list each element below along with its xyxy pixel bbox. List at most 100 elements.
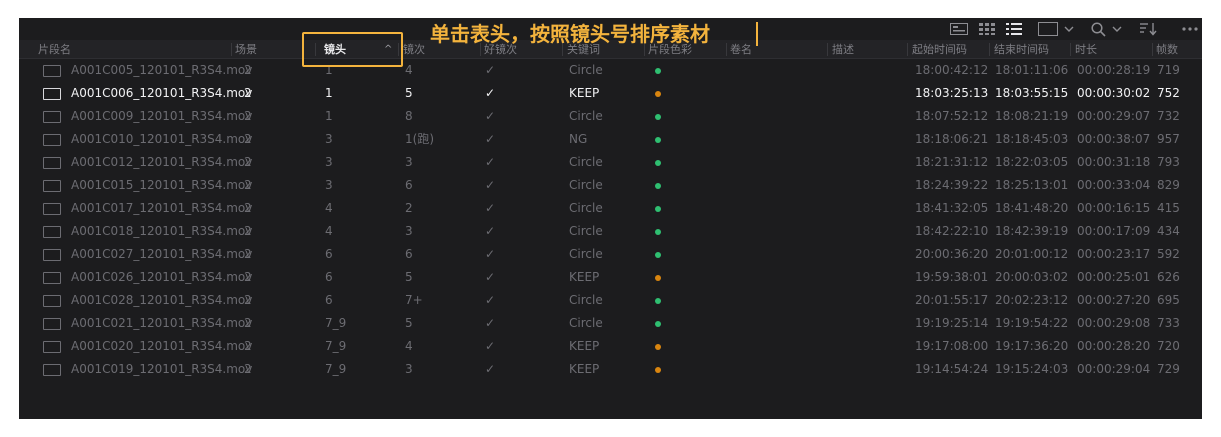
- start-timecode-cell: 18:07:52:12: [915, 109, 989, 123]
- clip-row[interactable]: A001C005_120101_R3S4.mov 2 1 4 ✓ Circle …: [19, 59, 1202, 82]
- view-chevron-down-icon[interactable]: [1062, 20, 1076, 38]
- clip-name: A001C012_120101_R3S4.mov: [71, 155, 253, 169]
- filmstrip-view-icon[interactable]: [1036, 20, 1060, 38]
- search-icon[interactable]: [1087, 20, 1109, 38]
- clip-color-dot: [655, 114, 661, 120]
- sort-menu-icon[interactable]: [1137, 20, 1159, 38]
- clip-row[interactable]: A001C021_120101_R3S4.mov 2 7_9 5 ✓ Circl…: [19, 312, 1202, 335]
- clip-row[interactable]: A001C012_120101_R3S4.mov 2 3 3 ✓ Circle …: [19, 151, 1202, 174]
- end-timecode-cell: 19:17:36:20: [995, 339, 1069, 353]
- duration-cell: 00:00:23:17: [1077, 247, 1151, 261]
- keyword-cell: Circle: [569, 109, 603, 123]
- clip-name: A001C021_120101_R3S4.mov: [71, 316, 253, 330]
- clip-row[interactable]: A001C019_120101_R3S4.mov 2 7_9 3 ✓ KEEP …: [19, 358, 1202, 381]
- list-view-icon[interactable]: [1003, 20, 1025, 38]
- good-take-checkmark: ✓: [485, 224, 496, 238]
- clip-name: A001C019_120101_R3S4.mov: [71, 362, 253, 376]
- clip-icon: [43, 341, 61, 353]
- clip-color-dot: [655, 252, 661, 258]
- clip-row[interactable]: A001C028_120101_R3S4.mov 2 6 7+ ✓ Circle…: [19, 289, 1202, 312]
- clip-color-dot: [655, 344, 661, 350]
- clip-icon: [43, 88, 61, 100]
- start-timecode-cell: 18:03:25:13: [915, 86, 989, 100]
- take-cell: 3: [405, 362, 413, 376]
- clip-row[interactable]: A001C010_120101_R3S4.mov 2 3 1(跑) ✓ NG 1…: [19, 128, 1202, 151]
- clip-icon: [43, 295, 61, 307]
- clip-row-selected[interactable]: A001C006_120101_R3S4.mov 2 1 5 ✓ KEEP 18…: [19, 82, 1202, 105]
- clip-color-dot: [655, 160, 661, 166]
- scene-cell: 2: [244, 270, 252, 284]
- header-description[interactable]: 描述: [832, 40, 854, 59]
- metadata-view-icon[interactable]: [948, 20, 970, 38]
- duration-cell: 00:00:33:04: [1077, 178, 1151, 192]
- header-scene[interactable]: 场景: [235, 40, 257, 59]
- header-start-timecode[interactable]: 起始时间码: [912, 40, 967, 59]
- clip-name: A001C018_120101_R3S4.mov: [71, 224, 253, 238]
- clip-color-dot: [655, 137, 661, 143]
- keyword-cell: NG: [569, 132, 588, 146]
- take-cell: 1(跑): [405, 132, 434, 146]
- more-icon[interactable]: [1179, 20, 1201, 38]
- scene-cell: 2: [244, 201, 252, 215]
- clip-color-dot: [655, 183, 661, 189]
- header-end-timecode[interactable]: 结束时间码: [994, 40, 1049, 59]
- end-timecode-cell: 18:22:03:05: [995, 155, 1069, 169]
- frames-cell: 720: [1157, 339, 1180, 353]
- end-timecode-cell: 18:03:55:15: [995, 86, 1069, 100]
- header-take[interactable]: 镜次: [403, 40, 425, 59]
- header-reel-name[interactable]: 卷名: [730, 40, 752, 59]
- clip-name: A001C006_120101_R3S4.mov: [71, 86, 253, 100]
- keyword-cell: Circle: [569, 293, 603, 307]
- take-cell: 3: [405, 224, 413, 238]
- clip-row[interactable]: A001C026_120101_R3S4.mov 2 6 5 ✓ KEEP 19…: [19, 266, 1202, 289]
- take-cell: 6: [405, 178, 413, 192]
- end-timecode-cell: 18:41:48:20: [995, 201, 1069, 215]
- good-take-checkmark: ✓: [485, 270, 496, 284]
- start-timecode-cell: 19:19:25:14: [915, 316, 989, 330]
- clip-name: A001C009_120101_R3S4.mov: [71, 109, 253, 123]
- duration-cell: 00:00:30:02: [1077, 86, 1151, 100]
- shot-cell: 3: [325, 132, 333, 146]
- end-timecode-cell: 20:01:00:12: [995, 247, 1069, 261]
- clip-color-dot: [655, 206, 661, 212]
- annotation-callout: 单击表头，按照镜头号排序素材: [430, 22, 710, 46]
- clip-row[interactable]: A001C017_120101_R3S4.mov 2 4 2 ✓ Circle …: [19, 197, 1202, 220]
- thumbnail-view-icon[interactable]: [976, 20, 998, 38]
- clip-row[interactable]: A001C027_120101_R3S4.mov 2 6 6 ✓ Circle …: [19, 243, 1202, 266]
- header-frames[interactable]: 帧数: [1156, 40, 1178, 59]
- clip-name: A001C026_120101_R3S4.mov: [71, 270, 253, 284]
- end-timecode-cell: 18:08:21:19: [995, 109, 1069, 123]
- duration-cell: 00:00:17:09: [1077, 224, 1151, 238]
- clip-icon: [43, 111, 61, 123]
- frames-cell: 957: [1157, 132, 1180, 146]
- end-timecode-cell: 20:00:03:02: [995, 270, 1069, 284]
- clip-icon: [43, 157, 61, 169]
- frames-cell: 415: [1157, 201, 1180, 215]
- clip-name: A001C028_120101_R3S4.mov: [71, 293, 253, 307]
- clip-row[interactable]: A001C009_120101_R3S4.mov 2 1 8 ✓ Circle …: [19, 105, 1202, 128]
- header-clip-name[interactable]: 片段名: [38, 40, 71, 59]
- clip-color-dot: [655, 321, 661, 327]
- search-chevron-down-icon[interactable]: [1110, 20, 1124, 38]
- scene-cell: 2: [244, 109, 252, 123]
- end-timecode-cell: 19:19:54:22: [995, 316, 1069, 330]
- take-cell: 6: [405, 247, 413, 261]
- good-take-checkmark: ✓: [485, 339, 496, 353]
- frames-cell: 626: [1157, 270, 1180, 284]
- clip-name: A001C020_120101_R3S4.mov: [71, 339, 253, 353]
- clip-row[interactable]: A001C015_120101_R3S4.mov 2 3 6 ✓ Circle …: [19, 174, 1202, 197]
- header-duration[interactable]: 时长: [1075, 40, 1097, 59]
- start-timecode-cell: 18:42:22:10: [915, 224, 989, 238]
- good-take-checkmark: ✓: [485, 63, 496, 77]
- clip-row[interactable]: A001C020_120101_R3S4.mov 2 7_9 4 ✓ KEEP …: [19, 335, 1202, 358]
- shot-cell: 4: [325, 201, 333, 215]
- clip-name: A001C017_120101_R3S4.mov: [71, 201, 253, 215]
- duration-cell: 00:00:28:20: [1077, 339, 1151, 353]
- clip-icon: [43, 134, 61, 146]
- duration-cell: 00:00:16:15: [1077, 201, 1151, 215]
- clip-color-dot: [655, 298, 661, 304]
- scene-cell: 2: [244, 86, 252, 100]
- start-timecode-cell: 19:59:38:01: [915, 270, 989, 284]
- clip-row[interactable]: A001C018_120101_R3S4.mov 2 4 3 ✓ Circle …: [19, 220, 1202, 243]
- scene-cell: 2: [244, 224, 252, 238]
